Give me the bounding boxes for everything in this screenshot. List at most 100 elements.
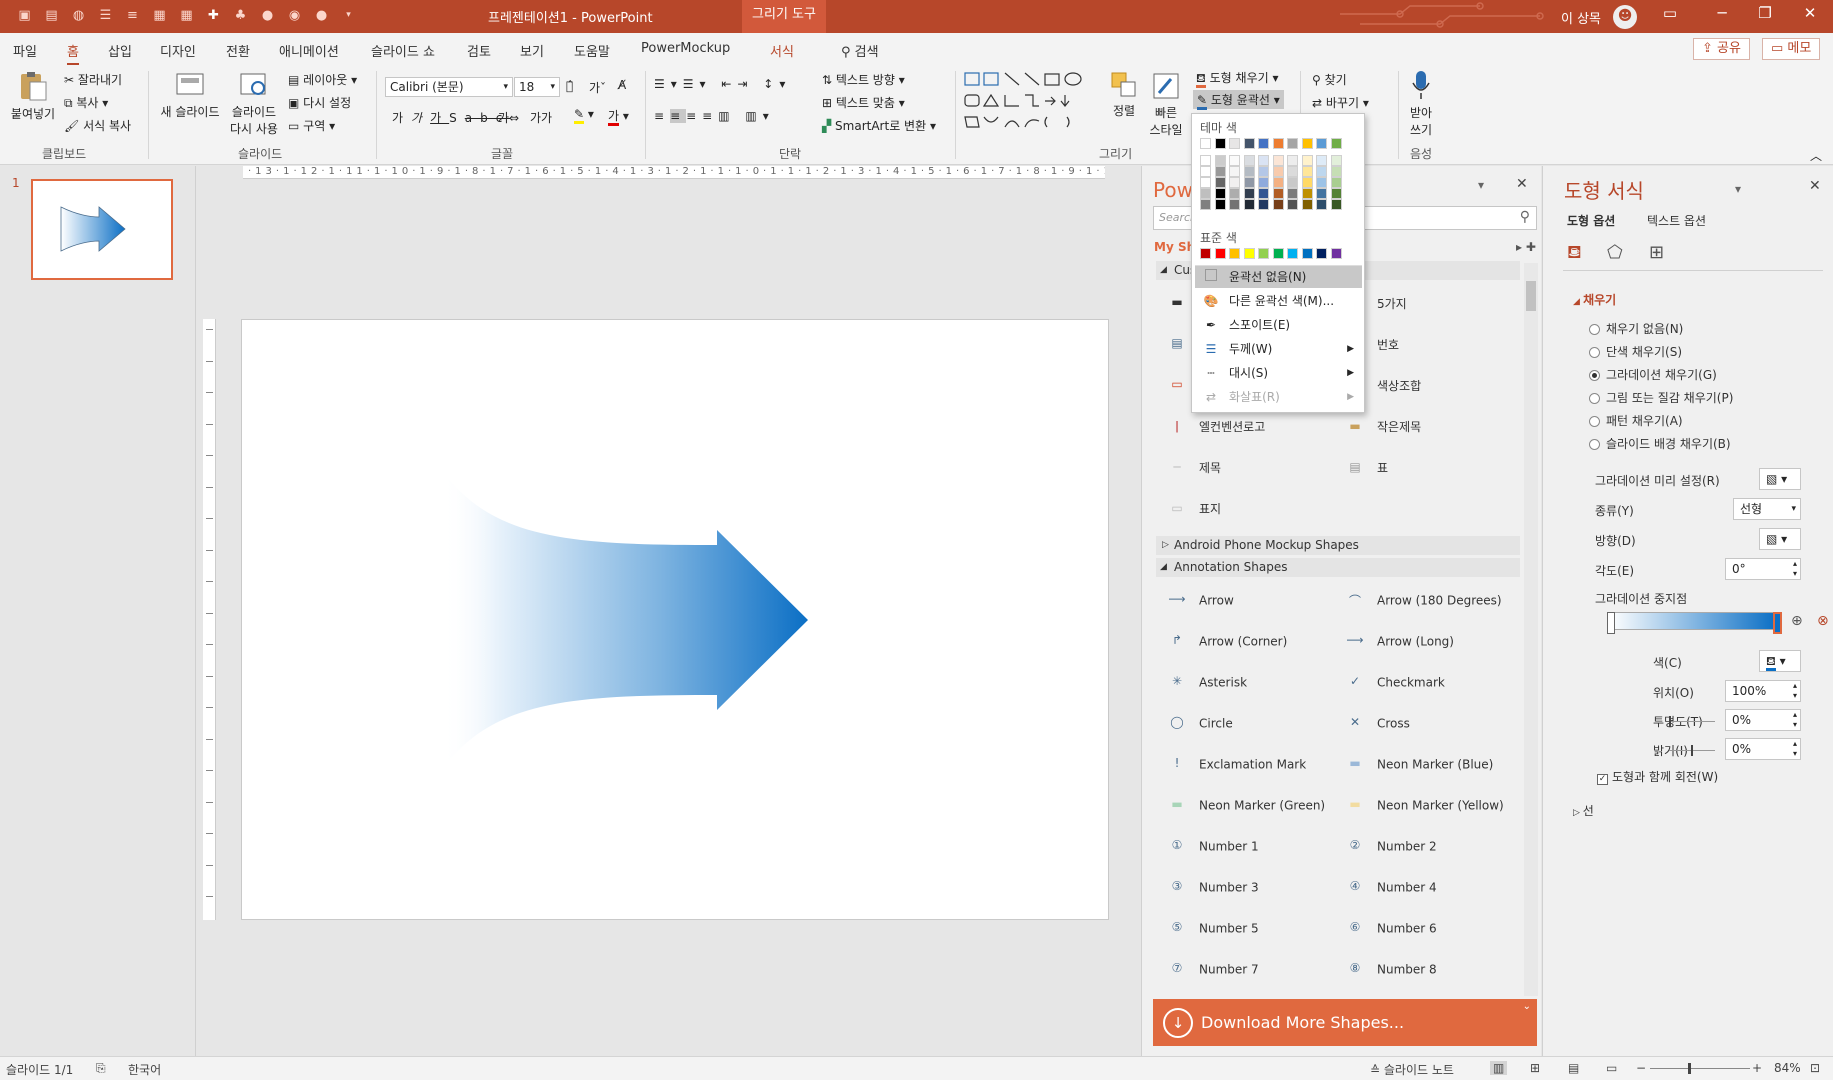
start-icon[interactable]: ◍	[70, 7, 87, 24]
gradient-stop-handle[interactable]	[1607, 612, 1615, 634]
minimize-icon[interactable]: ─	[1702, 4, 1742, 22]
theme-color-swatch[interactable]	[1214, 188, 1226, 199]
theme-color-swatch[interactable]	[1287, 177, 1298, 188]
theme-color-swatch[interactable]	[1258, 138, 1269, 149]
theme-color-swatch[interactable]	[1229, 155, 1240, 166]
standard-color-swatch[interactable]	[1229, 248, 1240, 259]
slideshow-icon[interactable]: ▭	[1606, 1061, 1617, 1075]
custom-shape-table[interactable]: ▤ 표	[1343, 459, 1388, 478]
theme-color-swatch[interactable]	[1301, 199, 1313, 210]
theme-color-swatch[interactable]	[1229, 188, 1240, 199]
fill-section-header[interactable]: ◢ 채우기	[1573, 291, 1616, 308]
dictate-button[interactable]: 받아 쓰기	[1405, 69, 1437, 138]
theme-color-swatch[interactable]	[1214, 138, 1226, 149]
zoom-in-icon[interactable]: +	[1752, 1061, 1762, 1075]
change-case-icon[interactable]: 가가	[530, 109, 552, 126]
theme-color-swatch[interactable]	[1214, 166, 1226, 177]
theme-color-swatch[interactable]	[1330, 188, 1342, 199]
tab-transitions[interactable]: 전환	[226, 41, 250, 60]
copy-button[interactable]: ⧉ 복사 ▾	[64, 94, 108, 111]
tab-text-options[interactable]: 텍스트 옵션	[1647, 212, 1706, 229]
shape-number-2[interactable]: ② Number 2	[1343, 838, 1437, 856]
theme-color-swatch[interactable]	[1272, 155, 1284, 166]
menu-no-outline[interactable]: 윤곽선 없음(N)	[1195, 266, 1362, 288]
custom-shape-subtitle[interactable]: ▬ 작은제목	[1343, 418, 1421, 437]
normal-view-icon[interactable]: ▥	[1490, 1061, 1508, 1075]
shape-checkmark[interactable]: ✓ Checkmark	[1343, 674, 1445, 692]
rotate-with-shape-checkbox[interactable]: ✓ 도형과 함께 회전(W)	[1597, 768, 1718, 785]
more-icon[interactable]: ●	[313, 7, 330, 24]
panel-nav-icon[interactable]: ▸ ✚	[1516, 240, 1536, 254]
theme-color-swatch[interactable]	[1287, 155, 1298, 166]
standard-color-swatch[interactable]	[1287, 248, 1298, 259]
standard-color-swatch[interactable]	[1272, 248, 1284, 259]
section-android[interactable]: ▷ Android Phone Mockup Shapes	[1156, 536, 1520, 555]
tab-design[interactable]: 디자인	[160, 41, 196, 60]
tab-view[interactable]: 보기	[520, 41, 544, 60]
tab-help[interactable]: 도움말	[574, 41, 610, 60]
bullets-icon[interactable]: ☰	[97, 7, 114, 24]
share-button[interactable]: ⇪ 공유	[1693, 38, 1750, 60]
theme-color-swatch[interactable]	[1243, 199, 1255, 210]
zoom-level[interactable]: 84%	[1774, 1061, 1801, 1075]
theme-color-swatch[interactable]	[1243, 188, 1255, 199]
brightness-input[interactable]: 0% ▴ ▾	[1725, 738, 1801, 760]
panel-scrollbar[interactable]	[1524, 263, 1538, 996]
theme-color-swatch[interactable]	[1229, 138, 1240, 149]
paste-button[interactable]: 붙여넣기	[10, 70, 56, 122]
circle-icon[interactable]: ●	[259, 7, 276, 24]
theme-color-swatch[interactable]	[1287, 138, 1298, 149]
shape-neon-blue[interactable]: ▬ Neon Marker (Blue)	[1343, 756, 1493, 774]
gradient-preset-picker[interactable]: ▧ ▾	[1759, 468, 1801, 490]
theme-color-swatch[interactable]	[1330, 177, 1342, 188]
theme-color-swatch[interactable]	[1330, 166, 1342, 177]
line-section-header[interactable]: ▷ 선	[1573, 802, 1594, 819]
zoom-slider[interactable]	[1650, 1068, 1750, 1069]
slider-thumb[interactable]	[1691, 745, 1693, 756]
remove-stop-icon[interactable]: ⊗	[1817, 613, 1829, 629]
list-buttons[interactable]: ☰▾☰▾ ⇤⇥ ↕▾	[654, 77, 791, 91]
avatar[interactable]: ☻	[1613, 5, 1637, 29]
tab-search[interactable]: ⚲ 검색	[841, 41, 879, 60]
reading-view-icon[interactable]: ▤	[1568, 1061, 1579, 1075]
custom-shape-cover[interactable]: ▭ 표지	[1165, 500, 1221, 519]
shape-number-5[interactable]: ⑤ Number 5	[1165, 920, 1259, 938]
spellcheck-icon[interactable]: ⎘	[96, 1061, 106, 1076]
theme-color-swatch[interactable]	[1243, 138, 1255, 149]
theme-color-swatch[interactable]	[1258, 177, 1269, 188]
theme-color-swatch[interactable]	[1243, 177, 1255, 188]
tab-animations[interactable]: 애니메이션	[279, 41, 339, 60]
format-painter-button[interactable]: 🖌 서식 복사	[64, 117, 131, 134]
theme-color-swatch[interactable]	[1272, 199, 1284, 210]
theme-color-swatch[interactable]	[1301, 166, 1313, 177]
shape-number-4[interactable]: ④ Number 4	[1343, 879, 1437, 897]
tab-insert[interactable]: 삽입	[108, 41, 132, 60]
fill-option-solid[interactable]: 단색 채우기(S)	[1589, 343, 1682, 360]
clear-format-icon[interactable]: A̸	[618, 78, 626, 92]
tab-slideshow[interactable]: 슬라이드 쇼	[371, 41, 435, 60]
font-name-combo[interactable]: Calibri (본문) ▾	[385, 77, 513, 97]
shape-number-1[interactable]: ① Number 1	[1165, 838, 1259, 856]
shape-circle[interactable]: ◯ Circle	[1165, 715, 1232, 733]
grid-icon[interactable]: ▦	[178, 7, 195, 24]
theme-color-swatch[interactable]	[1200, 166, 1211, 177]
theme-color-swatch[interactable]	[1229, 177, 1240, 188]
shape-arrow-180[interactable]: ⌒ Arrow (180 Degrees)	[1343, 592, 1502, 610]
theme-color-swatch[interactable]	[1287, 166, 1298, 177]
pane-options-icon[interactable]: ▾	[1735, 182, 1741, 196]
stop-color-picker[interactable]: ⛾ ▾	[1759, 650, 1801, 672]
add-stop-icon[interactable]: ⊕	[1791, 613, 1803, 629]
fill-option-picture[interactable]: 그림 또는 질감 채우기(P)	[1589, 389, 1733, 406]
theme-color-swatch[interactable]	[1316, 155, 1327, 166]
effects-icon[interactable]: ⬠	[1607, 242, 1623, 263]
theme-color-swatch[interactable]	[1229, 166, 1240, 177]
theme-color-swatch[interactable]	[1200, 155, 1211, 166]
standard-color-swatch[interactable]	[1243, 248, 1255, 259]
fit-to-window-icon[interactable]: ⊡	[1810, 1061, 1820, 1075]
slide-thumbnail-1[interactable]	[31, 179, 173, 280]
zoom-slider-thumb[interactable]	[1688, 1063, 1691, 1074]
shrink-font-icon[interactable]: 가ˇ	[589, 79, 606, 96]
slider-thumb[interactable]	[1669, 716, 1671, 727]
theme-color-swatch[interactable]	[1200, 177, 1211, 188]
theme-color-swatch[interactable]	[1316, 138, 1327, 149]
